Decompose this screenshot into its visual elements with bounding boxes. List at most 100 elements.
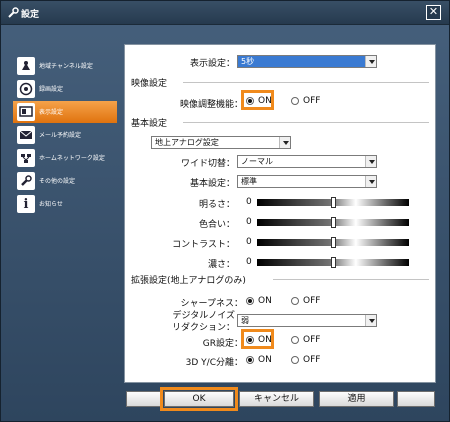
basic-section-title: 基本設定 — [131, 119, 168, 129]
chevron-down-icon — [365, 56, 376, 67]
tint-value: 0 — [246, 217, 252, 227]
sidebar-item-record[interactable]: 録画設定 — [13, 78, 117, 100]
video-section-title: 映像設定 — [131, 79, 168, 89]
source-value: 地上アナログ設定 — [155, 138, 219, 147]
tint-label: 色合い： — [198, 220, 235, 230]
network-icon — [17, 149, 35, 167]
contrast-value: 0 — [246, 237, 252, 247]
chevron-down-icon — [365, 176, 376, 187]
settings-panel: 表示設定： 5秒 映像設定 映像調整機能： ON OFF 基本設定 地上アナログ… — [124, 44, 436, 383]
density-value: 0 — [246, 257, 252, 267]
source-select[interactable]: 地上アナログ設定 — [151, 136, 291, 149]
record-icon — [17, 80, 35, 98]
sidebar-item-mail[interactable]: メール予約設定 — [13, 124, 117, 146]
chevron-down-icon — [279, 137, 290, 148]
tint-slider[interactable] — [257, 217, 409, 228]
density-label: 濃さ： — [207, 260, 235, 270]
sidebar-item-label: 地域チャンネル設定 — [39, 63, 93, 70]
video-adjust-label: 映像調整機能： — [179, 100, 243, 110]
radio-unselected-icon — [291, 356, 299, 364]
brightness-slider[interactable] — [257, 197, 409, 208]
radio-label: ON — [258, 355, 272, 365]
radio-unselected-icon — [291, 297, 299, 305]
display-duration-value: 5秒 — [241, 57, 255, 66]
radio-label: OFF — [303, 355, 321, 365]
slider-thumb[interactable] — [331, 257, 336, 268]
radio-selected-icon — [246, 97, 254, 105]
radio-label: ON — [258, 335, 272, 345]
sidebar-item-label: その他の設定 — [39, 178, 76, 185]
mail-icon — [17, 126, 35, 144]
chevron-down-icon — [365, 315, 376, 326]
radio-unselected-icon — [291, 336, 299, 344]
brightness-value: 0 — [246, 197, 252, 207]
density-slider[interactable] — [257, 257, 409, 268]
apply-button[interactable]: 適用 — [319, 391, 394, 407]
video-adjust-on-radio[interactable]: ON — [246, 96, 272, 106]
yc-on-radio[interactable]: ON — [246, 355, 272, 365]
sidebar-item-channel[interactable]: 地域チャンネル設定 — [13, 55, 117, 77]
sidebar-item-label: 表示設定 — [39, 109, 64, 116]
display-icon — [17, 103, 35, 121]
settings-window: 設定 ✕ 地域チャンネル設定 録画設定 表示設定 メール予約設定 ホームネットワ… — [0, 0, 450, 422]
basic-setting-value: 標準 — [241, 177, 257, 186]
yc-separation-label: 3D Y/C分離： — [185, 358, 243, 368]
radio-selected-icon — [246, 356, 254, 364]
divider — [273, 279, 429, 280]
yc-off-radio[interactable]: OFF — [291, 355, 320, 365]
video-adjust-off-radio[interactable]: OFF — [291, 96, 320, 106]
slider-thumb[interactable] — [331, 197, 336, 208]
wide-switch-label: ワイド切替： — [180, 159, 235, 169]
window-title: 設定 — [21, 10, 40, 20]
display-setting-label: 表示設定： — [189, 59, 235, 69]
radio-label: OFF — [303, 335, 321, 345]
broadcast-icon — [17, 57, 35, 75]
contrast-slider[interactable] — [257, 237, 409, 248]
gr-off-radio[interactable]: OFF — [291, 335, 320, 345]
noise-reduction-value: 弱 — [241, 316, 249, 325]
sidebar-item-other[interactable]: その他の設定 — [13, 170, 117, 192]
wrench-icon — [17, 172, 35, 190]
sidebar-item-label: 録画設定 — [39, 86, 64, 93]
sidebar-item-network[interactable]: ホームネットワーク設定 — [13, 147, 117, 169]
wide-switch-value: ノーマル — [241, 157, 273, 166]
slider-thumb[interactable] — [331, 237, 336, 248]
extended-section-title: 拡張設定(地上アナログのみ) — [131, 276, 246, 286]
sharpness-off-radio[interactable]: OFF — [291, 296, 320, 306]
sidebar-item-label: お知らせ — [39, 201, 63, 208]
sidebar-item-display[interactable]: 表示設定 — [13, 101, 117, 123]
basic-setting-label: 基本設定： — [189, 179, 235, 189]
radio-label: ON — [258, 96, 272, 106]
title-bar: 設定 ✕ — [1, 1, 449, 25]
button-bar-spacer — [397, 391, 435, 407]
noise-reduction-label-line2: リダクション： — [171, 323, 235, 333]
divider — [183, 82, 429, 83]
brightness-label: 明るさ： — [198, 200, 235, 210]
sidebar-item-label: メール予約設定 — [39, 132, 82, 139]
noise-reduction-select[interactable]: 弱 — [237, 314, 377, 327]
sidebar-item-label: ホームネットワーク設定 — [39, 155, 105, 162]
wide-switch-select[interactable]: ノーマル — [237, 155, 377, 168]
slider-thumb[interactable] — [331, 217, 336, 228]
gr-setting-label: GR設定： — [202, 339, 243, 349]
info-icon: i — [17, 195, 35, 213]
sidebar: 地域チャンネル設定 録画設定 表示設定 メール予約設定 ホームネットワーク設定 — [13, 55, 117, 216]
close-button[interactable]: ✕ — [426, 5, 441, 20]
radio-label: ON — [258, 296, 272, 306]
cancel-button[interactable]: キャンセル — [239, 391, 314, 407]
gr-on-radio[interactable]: ON — [246, 335, 272, 345]
divider — [183, 122, 429, 123]
display-duration-select[interactable]: 5秒 — [237, 55, 377, 68]
contrast-label: コントラスト： — [172, 240, 235, 250]
radio-selected-icon — [246, 336, 254, 344]
ok-highlight-frame — [160, 387, 238, 411]
radio-unselected-icon — [291, 97, 299, 105]
basic-setting-select[interactable]: 標準 — [237, 175, 377, 188]
radio-label: OFF — [303, 296, 321, 306]
button-bar-spacer — [126, 391, 162, 407]
sharpness-on-radio[interactable]: ON — [246, 296, 272, 306]
radio-label: OFF — [303, 96, 321, 106]
radio-selected-icon — [246, 297, 254, 305]
wrench-title-icon — [8, 7, 19, 18]
sidebar-item-info[interactable]: i お知らせ — [13, 193, 117, 215]
